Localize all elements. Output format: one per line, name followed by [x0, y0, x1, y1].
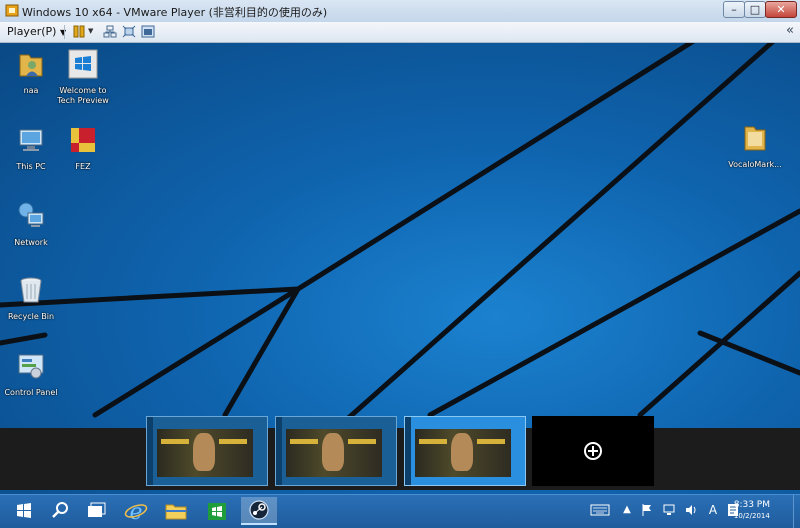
thumbnail-window: [415, 429, 511, 477]
thumbnail-sidebar: [147, 417, 153, 485]
task-view-icon[interactable]: [78, 497, 114, 525]
start-icon[interactable]: [6, 497, 42, 525]
desktop-icon-label: Network: [14, 238, 48, 247]
thumbnail-window: [157, 429, 253, 477]
desktop-icon-label: VocaloMark...: [728, 160, 782, 169]
thumbnail-sidebar: [276, 417, 282, 485]
task-view-strip: [0, 428, 800, 490]
control-panel-icon: [18, 354, 44, 379]
network-icon: [18, 202, 44, 227]
vmware-toolbar: Player(P) ▼ ▼ «: [0, 22, 800, 43]
toolbar-separator: [64, 25, 65, 39]
clock-date: 10/2/2014: [733, 512, 770, 520]
desktop-icon-control-panel[interactable]: Control Panel: [1, 351, 61, 398]
taskbar-clock[interactable]: 8:33 PM 10/2/2014: [734, 499, 770, 521]
desktop-icon-label: FEZ: [75, 162, 91, 171]
desktop-icon-label: Welcome to Tech Preview: [57, 86, 109, 105]
network-tray-icon[interactable]: [662, 503, 676, 517]
pause-icon[interactable]: [72, 25, 86, 38]
desktop-icon-label: naa: [23, 86, 39, 95]
search-icon[interactable]: [42, 497, 78, 525]
desktop-icon-network[interactable]: Network: [1, 201, 61, 248]
desktop-icon-recycle-bin[interactable]: Recycle Bin: [1, 275, 61, 322]
desktop-icon-fez[interactable]: FEZ: [53, 125, 113, 172]
title-bar[interactable]: Windows 10 x64 - VMware Player (非営利目的の使用…: [0, 0, 800, 23]
flag-icon[interactable]: [640, 503, 654, 517]
window-title: Windows 10 x64 - VMware Player (非営利目的の使用…: [22, 6, 328, 19]
player-menu[interactable]: Player(P) ▼: [7, 25, 66, 38]
user-folder-icon: [19, 54, 43, 77]
desktop-2-thumbnail[interactable]: [275, 416, 397, 486]
pause-dropdown-icon[interactable]: ▼: [88, 27, 93, 35]
desktop-icon-label: Control Panel: [4, 388, 58, 397]
file-explorer-icon[interactable]: [158, 497, 194, 525]
desktop-3-thumbnail[interactable]: [404, 416, 526, 486]
vmware-app-icon: [5, 4, 19, 17]
thumbnail-window: [286, 429, 382, 477]
add-desktop-button[interactable]: [532, 416, 654, 486]
maximize-button[interactable]: □: [744, 1, 766, 18]
desktop-icon-label: Recycle Bin: [7, 312, 55, 321]
recycle-bin-icon: [20, 277, 42, 303]
plus-circle-icon: [584, 442, 602, 460]
minimize-button[interactable]: –: [723, 1, 745, 18]
show-desktop-button[interactable]: [793, 495, 800, 528]
desktop-icon-label: This PC: [16, 162, 46, 171]
steam-icon: [249, 500, 269, 520]
chevron-up-icon[interactable]: ▲: [620, 503, 634, 517]
fez-game-icon: [71, 128, 95, 152]
send-ctrl-alt-del-icon[interactable]: [103, 25, 117, 38]
store-icon[interactable]: [199, 497, 235, 525]
windows-logo-icon: [68, 49, 98, 79]
close-button[interactable]: ✕: [765, 1, 797, 18]
ime-icon[interactable]: A: [706, 503, 720, 517]
volume-icon[interactable]: [684, 503, 698, 517]
computer-icon: [19, 129, 43, 151]
steam-taskbar-button[interactable]: [241, 497, 277, 525]
player-menu-label: Player(P): [7, 25, 57, 38]
clock-time: 8:33 PM: [733, 500, 770, 510]
taskbar: e ▲ A 8:33 PM 10/2/2014: [0, 494, 800, 528]
desktop-icon-welcome[interactable]: Welcome to Tech Preview: [53, 49, 113, 106]
collapse-toolbar-icon[interactable]: «: [786, 23, 794, 38]
unity-icon[interactable]: [141, 25, 155, 38]
svg-text:e: e: [129, 500, 142, 525]
folder-icon: [744, 126, 766, 151]
desktop-icon-vocalomark[interactable]: VocaloMark...: [725, 123, 785, 170]
thumbnail-sidebar: [405, 417, 411, 485]
desktop-icon-this-pc[interactable]: This PC: [1, 125, 61, 172]
internet-explorer-icon[interactable]: e: [118, 497, 154, 525]
desktop-icon-naa[interactable]: naa: [1, 49, 61, 96]
fullscreen-icon[interactable]: [122, 25, 136, 38]
vmware-player-window: Windows 10 x64 - VMware Player (非営利目的の使用…: [0, 0, 800, 528]
desktop-1-thumbnail[interactable]: [146, 416, 268, 486]
keyboard-icon[interactable]: [590, 503, 610, 517]
